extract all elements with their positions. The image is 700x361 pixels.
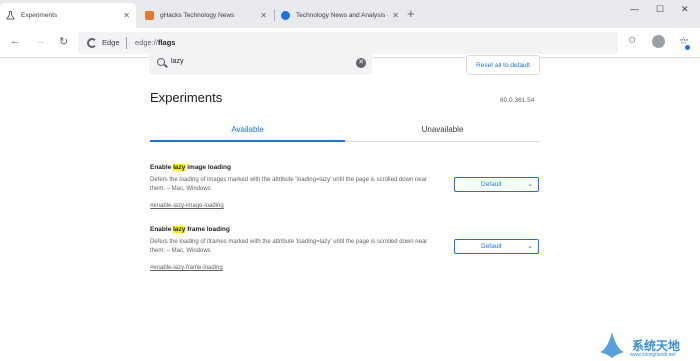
- version-label: 80.0.361.54: [500, 97, 535, 104]
- back-arrow-icon[interactable]: ←: [10, 35, 21, 47]
- flag-anchor-link[interactable]: #enable-lazy-image-loading: [150, 203, 224, 209]
- flag-description: Defers the loading of iframes marked wit…: [150, 239, 428, 254]
- flag-state-select[interactable]: Default ⌄: [454, 239, 539, 254]
- tab-title: gHacks Technology News: [160, 12, 235, 19]
- page-title: Experiments: [150, 90, 223, 105]
- tab-available[interactable]: Available: [150, 120, 345, 142]
- chevron-down-icon: ⌄: [527, 181, 533, 188]
- chevron-down-icon: ⌄: [527, 243, 533, 250]
- edge-logo-icon: [87, 38, 97, 48]
- close-window-button[interactable]: ✕: [681, 4, 689, 15]
- flag-anchor-link[interactable]: #enable-lazy-frame-loading: [150, 265, 223, 271]
- url-text[interactable]: edge://flags: [135, 38, 175, 47]
- favorites-icon[interactable]: ✩: [628, 35, 636, 46]
- tab-unavailable[interactable]: Unavailable: [345, 120, 540, 142]
- flag-item-lazy-image-loading: Enable lazy image loading Defers the loa…: [150, 164, 540, 212]
- close-tab-icon[interactable]: ✕: [392, 11, 399, 20]
- watermark: 系统天地 www.xitongtiandi.net: [596, 328, 700, 361]
- flag-item-lazy-frame-loading: Enable lazy frame loading Defers the loa…: [150, 226, 540, 274]
- watermark-url: www.xitongtiandi.net: [630, 352, 676, 358]
- edge-label: Edge: [102, 38, 120, 47]
- flag-title: Enable lazy image loading: [150, 164, 231, 171]
- tab-technology-news[interactable]: Technology News and Analysis - ✕: [275, 3, 405, 28]
- refresh-icon[interactable]: ↻: [59, 35, 68, 48]
- flag-description: Defers the loading of images marked with…: [150, 177, 427, 192]
- flag-title: Enable lazy frame loading: [150, 226, 230, 233]
- flag-state-select[interactable]: Default ⌄: [454, 177, 539, 192]
- watermark-logo-icon: [600, 332, 624, 358]
- clear-search-icon[interactable]: ✕: [356, 58, 366, 68]
- active-tab-indicator: [150, 140, 345, 142]
- tab-title: Technology News and Analysis -: [296, 12, 389, 19]
- new-tab-button[interactable]: +: [407, 5, 415, 23]
- minimize-button[interactable]: —: [630, 4, 639, 14]
- close-tab-icon[interactable]: ✕: [260, 11, 267, 20]
- notification-badge: [685, 45, 690, 50]
- flask-icon: [6, 11, 15, 20]
- maximize-button[interactable]: ☐: [656, 4, 664, 15]
- profile-icon[interactable]: [652, 35, 665, 48]
- close-tab-icon[interactable]: ✕: [123, 11, 130, 20]
- tab-experiments[interactable]: Experiments ✕: [0, 3, 136, 28]
- tab-ghacks[interactable]: gHacks Technology News ✕: [139, 3, 273, 28]
- globe-favicon-icon: [281, 11, 290, 20]
- tab-strip: Experiments ✕ gHacks Technology News ✕ T…: [0, 0, 700, 28]
- address-bar[interactable]: Edge edge://flags ☆: [78, 32, 688, 54]
- tab-title: Experiments: [21, 12, 58, 19]
- omnibox-separator: [126, 37, 127, 49]
- search-icon: [157, 58, 165, 66]
- forward-arrow-icon[interactable]: →: [35, 35, 46, 47]
- reset-all-button[interactable]: Reset all to default: [466, 55, 540, 75]
- search-input[interactable]: [171, 58, 351, 65]
- select-value: Default: [481, 243, 502, 250]
- ghacks-favicon-icon: [145, 11, 154, 20]
- search-field[interactable]: ✕: [149, 52, 372, 75]
- select-value: Default: [481, 181, 502, 188]
